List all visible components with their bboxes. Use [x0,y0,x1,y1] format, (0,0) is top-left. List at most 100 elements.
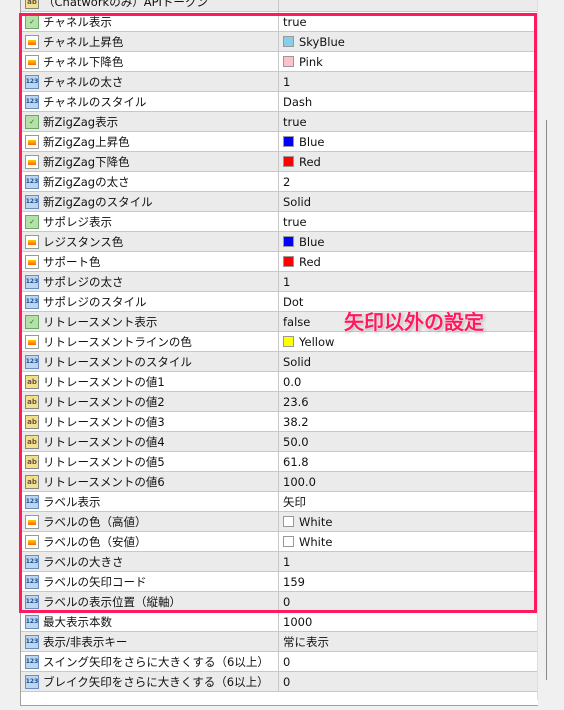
number-type-icon: 123 [25,574,39,589]
property-value: 23.6 [283,394,309,409]
property-value-cell[interactable]: White [279,535,538,549]
property-row[interactable]: 123 スイング矢印をさらに大きくする（6以上） 0 [21,652,538,672]
property-name: サポレジ表示 [43,214,112,229]
property-value-cell[interactable]: 0 [279,675,538,689]
property-row[interactable]: 123 ラベル表示 矢印 [21,492,538,512]
property-name-cell: 123 チャネルの太さ [21,72,279,91]
property-value-cell[interactable]: Yellow [279,335,538,349]
property-row[interactable]: 123 表示/非表示キー 常に表示 [21,632,538,652]
property-row[interactable]: 123 最大表示本数 1000 [21,612,538,632]
property-row[interactable]: ab リトレースメントの値3 38.2 [21,412,538,432]
property-row[interactable]: 123 ラベルの大きさ 1 [21,552,538,572]
property-name: サポレジのスタイル [43,294,147,309]
property-row[interactable]: ab リトレースメントの値2 23.6 [21,392,538,412]
property-value-cell[interactable]: 38.2 [279,415,538,429]
scrollbar[interactable] [537,0,556,700]
property-row[interactable]: 123 新ZigZagのスタイル Solid [21,192,538,212]
number-type-icon: 123 [25,194,39,209]
property-row[interactable]: チャネル下降色 Pink [21,52,538,72]
property-value-cell[interactable]: 1 [279,75,538,89]
property-row[interactable]: レジスタンス色 Blue [21,232,538,252]
property-name: リトレースメントラインの色 [43,334,192,349]
property-row[interactable]: ab （Chatworkのみ）APIトークン [21,0,538,12]
property-value-cell[interactable]: Blue [279,135,538,149]
property-row[interactable]: ラベルの色（安値） White [21,532,538,552]
color-type-icon [25,154,39,169]
color-swatch [283,516,294,527]
color-type-icon [25,234,39,249]
property-name: リトレースメントの値1 [43,374,165,389]
property-row[interactable]: ラベルの色（高値） White [21,512,538,532]
color-swatch [283,336,294,347]
property-name-cell: ラベルの色（安値） [21,532,279,551]
property-value-cell[interactable]: 0.0 [279,375,538,389]
property-value-cell[interactable]: 0 [279,655,538,669]
property-value-cell[interactable]: 2 [279,175,538,189]
property-value-cell[interactable]: Dash [279,95,538,109]
property-value-cell[interactable]: 159 [279,575,538,589]
property-row[interactable]: ab リトレースメントの値4 50.0 [21,432,538,452]
property-row[interactable]: 123 ブレイク矢印をさらに大きくする（6以上） 0 [21,672,538,692]
property-row[interactable]: 123 ラベルの矢印コード 159 [21,572,538,592]
property-value: Yellow [299,334,335,349]
property-value-cell[interactable]: Solid [279,355,538,369]
property-value-cell[interactable]: true [279,15,538,29]
property-value-cell[interactable]: 0 [279,595,538,609]
number-type-icon: 123 [25,554,39,569]
property-value: true [283,114,307,129]
property-name: レジスタンス色 [43,234,124,249]
property-value-cell[interactable]: SkyBlue [279,35,538,49]
scrollbar-thumb[interactable] [546,120,547,680]
property-value: 矢印 [283,494,306,509]
property-name: チャネルの太さ [43,74,124,89]
property-row[interactable]: ✓ チャネル表示 true [21,12,538,32]
property-value-cell[interactable]: true [279,115,538,129]
properties-grid: ab （Chatworkのみ）APIトークン ✓ チャネル表示 true チャネル上昇色 S… [20,0,538,706]
property-name: リトレースメントのスタイル [43,354,192,369]
property-row[interactable]: 123 サポレジの太さ 1 [21,272,538,292]
property-value-cell[interactable]: Blue [279,235,538,249]
property-row[interactable]: ab リトレースメントの値5 61.8 [21,452,538,472]
property-row[interactable]: 123 リトレースメントのスタイル Solid [21,352,538,372]
property-value-cell[interactable]: 50.0 [279,435,538,449]
number-type-icon: 123 [25,594,39,609]
property-row[interactable]: 123 ラベルの表示位置（縦軸） 0 [21,592,538,612]
property-row[interactable]: サポート色 Red [21,252,538,272]
property-row[interactable]: リトレースメントラインの色 Yellow [21,332,538,352]
property-row[interactable]: 新ZigZag上昇色 Blue [21,132,538,152]
property-value-cell[interactable]: 矢印 [279,494,538,510]
property-value-cell[interactable]: 常に表示 [279,634,538,650]
property-row[interactable]: 123 チャネルのスタイル Dash [21,92,538,112]
property-value-cell[interactable]: 100.0 [279,475,538,489]
property-value-cell[interactable]: Solid [279,195,538,209]
property-row[interactable]: ✓ サポレジ表示 true [21,212,538,232]
property-value-cell[interactable]: 23.6 [279,395,538,409]
property-name: リトレースメントの値6 [43,474,165,489]
property-value-cell[interactable]: 1 [279,275,538,289]
property-row[interactable]: ✓ 新ZigZag表示 true [21,112,538,132]
property-value-cell[interactable]: Pink [279,55,538,69]
property-value-cell[interactable]: true [279,215,538,229]
property-row[interactable]: 123 新ZigZagの太さ 2 [21,172,538,192]
property-row[interactable]: 123 チャネルの太さ 1 [21,72,538,92]
color-swatch [283,256,294,267]
property-value-cell[interactable]: 1 [279,555,538,569]
property-name-cell: ab （Chatworkのみ）APIトークン [21,0,279,11]
property-name: チャネル下降色 [43,54,124,69]
property-value-cell[interactable]: 1000 [279,615,538,629]
property-value-cell[interactable]: Red [279,255,538,269]
text-type-icon: ab [25,474,39,489]
property-value: 50.0 [283,434,309,449]
property-name-cell: レジスタンス色 [21,232,279,251]
property-value-cell[interactable]: 61.8 [279,455,538,469]
property-value-cell[interactable]: White [279,515,538,529]
property-name-cell: ab リトレースメントの値1 [21,372,279,391]
property-row[interactable]: チャネル上昇色 SkyBlue [21,32,538,52]
property-name: 最大表示本数 [43,614,112,629]
property-name-cell: サポート色 [21,252,279,271]
property-name-cell: 123 表示/非表示キー [21,632,279,651]
property-row[interactable]: ab リトレースメントの値6 100.0 [21,472,538,492]
property-value-cell[interactable]: Red [279,155,538,169]
property-row[interactable]: 新ZigZag下降色 Red [21,152,538,172]
property-row[interactable]: ab リトレースメントの値1 0.0 [21,372,538,392]
